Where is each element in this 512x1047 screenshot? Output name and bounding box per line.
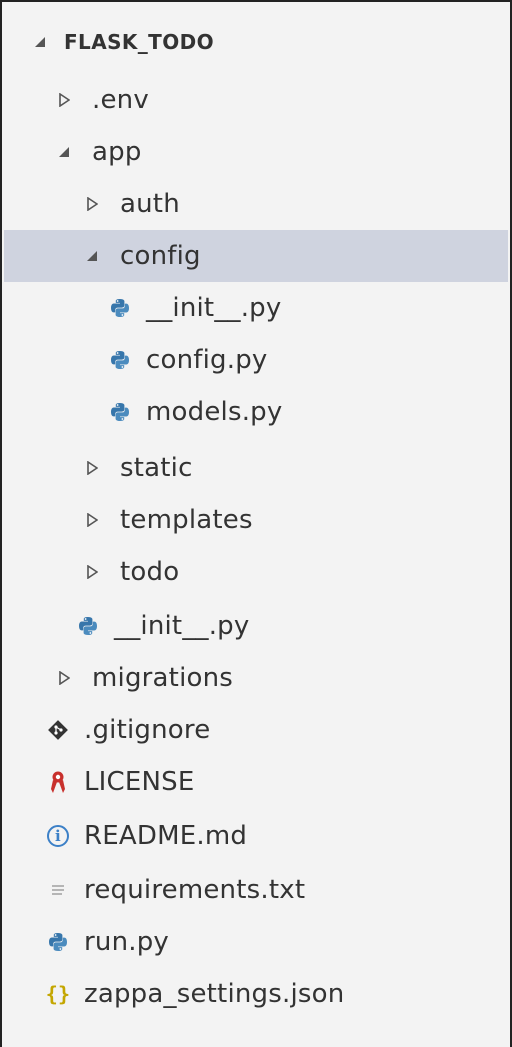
- tree-item-label: requirements.txt: [84, 875, 306, 905]
- git-icon: [46, 718, 70, 742]
- license-icon: [46, 770, 70, 794]
- chevron-right-icon[interactable]: [54, 90, 74, 110]
- chevron-right-icon[interactable]: [82, 194, 102, 214]
- tree-item-label: .gitignore: [84, 715, 211, 745]
- tree-item-label: migrations: [92, 663, 234, 693]
- python-icon: [108, 348, 132, 372]
- python-icon: [108, 400, 132, 424]
- project-root-header[interactable]: FLASK_TODO: [4, 4, 508, 80]
- tree-item-todo[interactable]: todo: [4, 546, 508, 598]
- tree-item-app-init-py[interactable]: __init__.py: [4, 600, 508, 652]
- chevron-right-icon[interactable]: [54, 668, 74, 688]
- tree-item-license[interactable]: LICENSE: [4, 756, 508, 808]
- python-icon: [76, 614, 100, 638]
- python-icon: [108, 296, 132, 320]
- tree-item-label: todo: [120, 557, 180, 587]
- tree-item-label: .env: [92, 85, 149, 115]
- tree-item-static[interactable]: static: [4, 442, 508, 494]
- tree-item-label: templates: [120, 505, 253, 535]
- info-icon: i: [46, 824, 70, 848]
- tree-item-label: app: [92, 137, 142, 167]
- tree-item-models-py[interactable]: models.py: [4, 386, 508, 438]
- tree-item-label: config: [120, 241, 201, 271]
- tree-item-label: LICENSE: [84, 767, 195, 797]
- chevron-right-icon[interactable]: [82, 458, 102, 478]
- json-braces-icon: {}: [45, 982, 71, 1006]
- tree-item-config-init-py[interactable]: __init__.py: [4, 282, 508, 334]
- python-icon: [46, 930, 70, 954]
- chevron-down-icon[interactable]: [30, 32, 50, 52]
- tree-item-label: __init__.py: [146, 293, 282, 323]
- chevron-right-icon[interactable]: [82, 510, 102, 530]
- tree-item-label: models.py: [146, 397, 283, 427]
- tree-item-run-py[interactable]: run.py: [4, 916, 508, 968]
- tree-item-label: __init__.py: [114, 611, 250, 641]
- chevron-down-icon[interactable]: [54, 142, 74, 162]
- tree-item-readme[interactable]: i README.md: [4, 810, 508, 862]
- text-lines-icon: [46, 878, 70, 902]
- tree-item-requirements-txt[interactable]: requirements.txt: [4, 864, 508, 916]
- tree-item-config-py[interactable]: config.py: [4, 334, 508, 386]
- tree-item-label: run.py: [84, 927, 170, 957]
- tree-item-label: zappa_settings.json: [84, 979, 345, 1009]
- project-root-label: FLASK_TODO: [64, 30, 215, 54]
- tree-item-label: README.md: [84, 821, 248, 851]
- chevron-down-icon[interactable]: [82, 246, 102, 266]
- tree-item-migrations[interactable]: migrations: [4, 652, 508, 704]
- tree-item-label: auth: [120, 189, 180, 219]
- tree-item-templates[interactable]: templates: [4, 494, 508, 546]
- explorer-frame: FLASK_TODO .env app auth config __init__…: [0, 0, 512, 1047]
- tree-item-label: static: [120, 453, 193, 483]
- tree-item-label: config.py: [146, 345, 268, 375]
- tree-item-env[interactable]: .env: [4, 74, 508, 126]
- tree-item-app[interactable]: app: [4, 126, 508, 178]
- tree-item-zappa-settings-json[interactable]: {} zappa_settings.json: [4, 968, 508, 1020]
- tree-item-config-folder[interactable]: config: [4, 230, 508, 282]
- chevron-right-icon[interactable]: [82, 562, 102, 582]
- tree-item-gitignore[interactable]: .gitignore: [4, 704, 508, 756]
- file-explorer: FLASK_TODO .env app auth config __init__…: [4, 4, 508, 1047]
- tree-item-auth[interactable]: auth: [4, 178, 508, 230]
